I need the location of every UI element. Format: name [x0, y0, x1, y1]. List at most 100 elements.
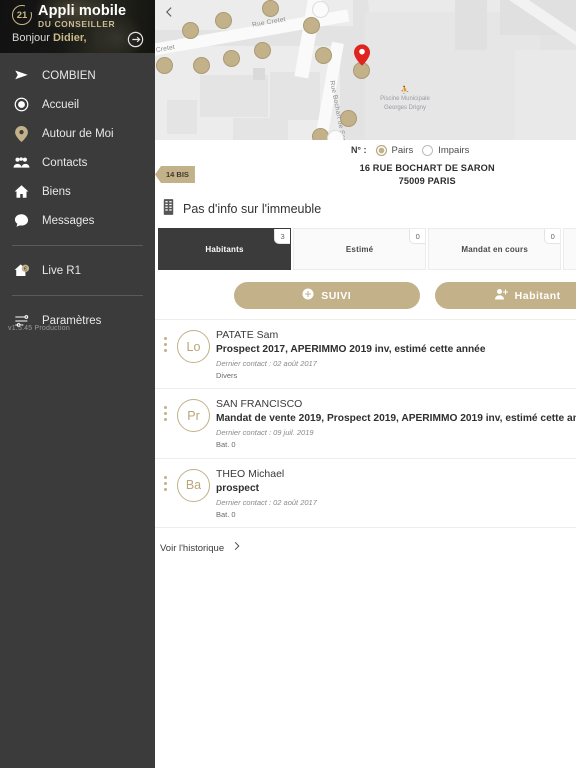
- sidebar-item-autour-de-moi[interactable]: Autour de Moi: [0, 119, 155, 148]
- list-item[interactable]: Lo PATATE Sam Prospect 2017, APERIMMO 20…: [155, 320, 576, 390]
- sidebar-nav: COMBIEN Accueil Autour de Moi Contacts B…: [0, 53, 155, 335]
- tab-label: Mandat en cours: [461, 244, 528, 254]
- svg-text:€: €: [23, 267, 26, 273]
- map-marker[interactable]: [223, 50, 240, 67]
- sidebar-item-combien[interactable]: COMBIEN: [0, 61, 155, 90]
- tab-badge: 3: [274, 229, 291, 244]
- greeting: Bonjour Didier,: [12, 32, 87, 44]
- back-chevron-icon[interactable]: [163, 4, 176, 25]
- sidebar-item-biens[interactable]: Biens: [0, 177, 155, 206]
- map-pin-icon: [12, 125, 31, 142]
- brand: 21 Appli mobile DU CONSEILLER: [12, 2, 126, 29]
- more-options-icon[interactable]: [159, 396, 171, 422]
- radio-circle-icon: [12, 97, 31, 112]
- home-icon: [12, 184, 31, 199]
- logo-21-icon: 21: [12, 5, 32, 25]
- sidebar-item-messages[interactable]: Messages: [0, 206, 155, 235]
- habitant-label: Habitant: [514, 289, 561, 302]
- map-marker-empty[interactable]: [327, 130, 344, 140]
- map-marker[interactable]: [182, 22, 199, 39]
- sidebar-item-label: Messages: [42, 214, 95, 227]
- address-row: 14 BIS 16 RUE BOCHART DE SARON 75009 PAR…: [155, 160, 576, 194]
- map-marker[interactable]: [340, 110, 357, 127]
- greeting-prefix: Bonjour: [12, 32, 53, 44]
- contact-name: THEO Michael: [216, 467, 285, 480]
- number-filter-label: N° :: [350, 145, 367, 155]
- swimmer-icon: ⛹: [400, 87, 410, 94]
- logo-text: 21: [16, 9, 28, 21]
- map-marker[interactable]: [156, 57, 173, 74]
- address-panel: ✕ N° : Pairs Impairs 14 BIS 16 RUE BOCHA…: [155, 140, 576, 224]
- building-info-text: Pas d'info sur l'immeuble: [183, 202, 322, 216]
- sidebar-item-label: COMBIEN: [42, 69, 96, 82]
- selected-location-pin-icon: [354, 44, 370, 66]
- sidebar: 21 Appli mobile DU CONSEILLER Bonjour Di…: [0, 0, 155, 768]
- status-tabs: Habitants 3 Estimé 0 Mandat en cours 0 A…: [155, 224, 576, 270]
- greeting-name: Didier,: [52, 32, 87, 44]
- contact-bat: Bat. 0: [216, 440, 236, 450]
- poi-label: ⛹ Piscine Municipale Georges Drigny: [345, 86, 465, 112]
- more-options-icon[interactable]: [159, 466, 171, 491]
- tab-estime[interactable]: Estimé 0: [293, 228, 427, 270]
- map-marker[interactable]: [303, 17, 320, 34]
- sidebar-header: 21 Appli mobile DU CONSEILLER Bonjour Di…: [0, 0, 155, 53]
- sidebar-divider-2: [12, 295, 143, 296]
- app-root: 21 Appli mobile DU CONSEILLER Bonjour Di…: [0, 0, 576, 768]
- action-buttons: SUIVI Habitant: [155, 270, 576, 319]
- building-icon: [163, 198, 174, 220]
- tab-habitants[interactable]: Habitants 3: [158, 228, 292, 270]
- tab-badge: 0: [544, 229, 561, 244]
- contact-desc: Prospect 2017, APERIMMO 2019 inv, estimé…: [216, 344, 486, 356]
- map-marker[interactable]: [315, 47, 332, 64]
- radio-pairs-label: Pairs: [391, 144, 414, 156]
- list-item[interactable]: Pr SAN FRANCISCO Mandat de vente 2019, P…: [155, 389, 576, 459]
- map-marker[interactable]: [193, 57, 210, 74]
- contact-name: SAN FRANCISCO: [216, 398, 303, 411]
- logout-icon[interactable]: [126, 30, 145, 49]
- suivi-label: SUIVI: [321, 289, 352, 302]
- contact-desc: prospect: [216, 482, 260, 494]
- sidebar-item-live-r1[interactable]: € Live R1: [0, 256, 155, 285]
- map-marker[interactable]: [262, 0, 279, 17]
- contact-desc: Mandat de vente 2019, Prospect 2019, APE…: [216, 413, 576, 425]
- radio-impairs[interactable]: Impairs: [422, 144, 470, 156]
- address-line1: 16 RUE BOCHART DE SARON: [359, 163, 495, 173]
- map-marker[interactable]: [215, 12, 232, 29]
- suivi-button[interactable]: SUIVI: [233, 282, 420, 309]
- view-history-link[interactable]: Voir l'historique: [155, 528, 576, 569]
- radio-impairs-indicator: [422, 144, 434, 156]
- send-icon: [12, 68, 31, 83]
- plus-circle-icon: [302, 288, 314, 303]
- avatar: Lo: [177, 330, 210, 363]
- contact-last-contact: Dernier contact : 02 août 2017: [216, 359, 317, 368]
- contact-bat: Divers: [216, 371, 238, 380]
- list-item[interactable]: Ba THEO Michael prospect Dernier contact…: [155, 459, 576, 528]
- radio-pairs[interactable]: Pairs: [375, 144, 414, 156]
- address-text: 16 RUE BOCHART DE SARON 75009 PARIS: [155, 162, 576, 189]
- brand-title: Appli mobile: [38, 3, 127, 19]
- contacts-list: Lo PATATE Sam Prospect 2017, APERIMMO 20…: [155, 319, 576, 528]
- tab-badge: 0: [409, 229, 426, 244]
- tab-affaire-realisee[interactable]: Affaire réalisée 0: [563, 228, 576, 270]
- map-view[interactable]: Rue Cretet e Cretet Rue Bochart de Saro: [155, 0, 576, 140]
- sidebar-item-label: Biens: [42, 185, 71, 198]
- home-euro-icon: €: [12, 263, 31, 278]
- map-marker-empty[interactable]: [312, 1, 329, 18]
- poi-line1: Piscine Municipale: [380, 96, 430, 103]
- brand-subtitle: DU CONSEILLER: [38, 19, 116, 30]
- sidebar-divider-1: [12, 245, 143, 246]
- more-options-icon[interactable]: [159, 327, 171, 352]
- sidebar-item-contacts[interactable]: Contacts: [0, 148, 155, 177]
- contact-last-contact: Dernier contact : 02 août 2017: [216, 497, 317, 507]
- sidebar-item-accueil[interactable]: Accueil: [0, 90, 155, 119]
- habitant-button[interactable]: Habitant: [434, 282, 576, 309]
- avatar: Pr: [177, 399, 210, 433]
- tab-mandat-en-cours[interactable]: Mandat en cours 0: [428, 228, 562, 270]
- main-content: Rue Cretet e Cretet Rue Bochart de Saro: [155, 0, 576, 768]
- chevron-right-icon: [231, 539, 242, 558]
- map-marker[interactable]: [254, 42, 271, 59]
- contact-bat: Bat. 0: [216, 509, 236, 519]
- radio-impairs-label: Impairs: [438, 144, 470, 156]
- building-info-row: Pas d'info sur l'immeuble: [155, 194, 576, 224]
- sidebar-item-label: Contacts: [42, 156, 88, 169]
